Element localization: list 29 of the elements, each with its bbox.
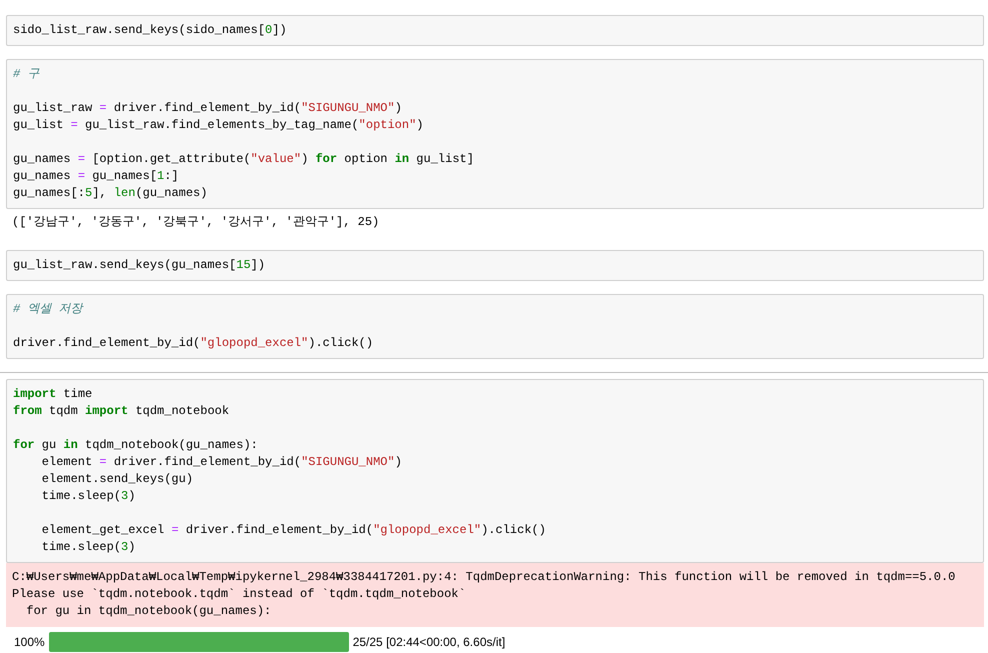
code-line: driver.find_element_by_id("glopopd_excel").click() xyxy=(13,335,374,352)
code-input[interactable]: sido_list_raw.send_keys(sido_names[0]) xyxy=(6,15,984,46)
output-line: for gu in tqdm_notebook(gu_names): xyxy=(25,603,272,620)
code-line: element_get_excel = driver.find_element_by_id("glopopd_excel").click() xyxy=(40,522,547,539)
progress-percent: 100% xyxy=(14,635,45,649)
code-line: # 구 xyxy=(13,66,40,83)
output-line: (['강남구', '강동구', '강북구', '강서구', '관악구'], 25) xyxy=(12,214,380,231)
code-line: time.sleep(3) xyxy=(40,488,136,505)
code-line: gu_list_raw = driver.find_element_by_id("SIGUNGU_NMO") xyxy=(13,100,403,117)
code-input[interactable] xyxy=(6,379,984,563)
code-line: element.send_keys(gu) xyxy=(40,471,194,488)
code-line: sido_list_raw.send_keys(sido_names[0]) xyxy=(13,22,288,39)
output-line: Please use `tqdm.notebook.tqdm` instead of `tqdm.tqdm_notebook` xyxy=(12,586,467,603)
code-line: from tqdm import tqdm_notebook xyxy=(13,403,230,420)
code-input[interactable]: # 엑셀 저장 driver.find_element_by_id("glopopd_excel").click() xyxy=(6,294,984,359)
code-line: time.sleep(3) xyxy=(40,539,136,556)
code-line: gu_list = gu_list_raw.find_elements_by_tag_name("option") xyxy=(13,117,424,134)
code-line: gu_list_raw.send_keys(gu_names[15]) xyxy=(13,257,266,274)
output-line: C:₩Users₩me₩AppData₩Local₩Temp₩ipykernel_2984₩3384417201.py:4: TqdmDeprecationWarning: This function will be removed in tqdm==5.0.0 xyxy=(12,569,956,586)
code-line: gu_names = [option.get_attribute("value") for option in gu_list] xyxy=(13,151,475,168)
code-input[interactable] xyxy=(6,59,984,209)
code-line: # 엑셀 저장 xyxy=(13,301,85,318)
progress-status: 25/25 [02:44<00:00, 6.60s/it] xyxy=(352,635,506,649)
code-line: gu_names[:5], len(gu_names) xyxy=(13,185,208,202)
code-line: import time xyxy=(13,386,94,403)
code-line: gu_names = gu_names[1:] xyxy=(13,168,180,185)
code-input[interactable]: gu_list_raw.send_keys(gu_names[15]) xyxy=(6,250,984,281)
code-line: element = driver.find_element_by_id("SIGUNGU_NMO") xyxy=(40,454,403,471)
code-line: for gu in tqdm_notebook(gu_names): xyxy=(13,437,259,454)
